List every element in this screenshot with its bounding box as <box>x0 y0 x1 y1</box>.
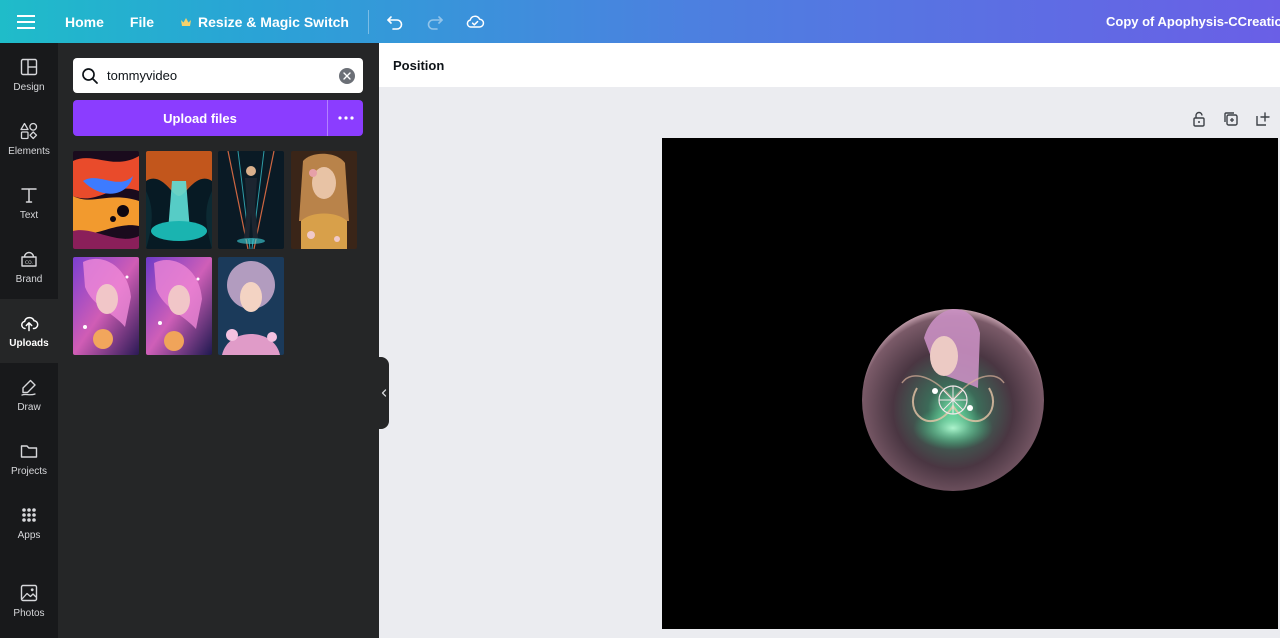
clear-search-button[interactable] <box>339 67 355 84</box>
rail-label-draw: Draw <box>17 402 41 413</box>
cloud-check-icon <box>466 15 485 28</box>
rail-item-text[interactable]: Text <box>0 171 58 235</box>
cosmic-woman-image <box>146 257 212 355</box>
upload-thumbnail[interactable] <box>218 151 284 249</box>
rail-item-photos[interactable]: Photos <box>0 569 58 633</box>
rail-label-text: Text <box>19 210 39 221</box>
upload-more-options-button[interactable] <box>327 100 363 136</box>
top-bar: Home File Resize & Magic Switch Copy of … <box>0 0 1280 43</box>
upload-thumbnail[interactable] <box>291 151 357 249</box>
brand-icon: CO. <box>21 251 37 267</box>
context-toolbar: Position <box>379 43 1280 87</box>
neon-figure-image <box>218 151 284 249</box>
toolbar-divider <box>367 9 369 34</box>
rail-label-elements: Elements <box>8 146 50 157</box>
rail-item-design[interactable]: Design <box>0 43 58 107</box>
cosmic-woman-image <box>73 257 139 355</box>
upload-files-button-group: Upload files <box>73 100 363 136</box>
rail-item-projects[interactable]: Projects <box>0 427 58 491</box>
rail-item-brand[interactable]: CO. Brand <box>0 235 58 299</box>
resize-magic-switch-button[interactable]: Resize & Magic Switch <box>167 0 362 43</box>
rail-item-elements[interactable]: Elements <box>0 107 58 171</box>
upload-thumbnail[interactable] <box>218 257 284 355</box>
rail-item-uploads[interactable]: Uploads <box>0 299 58 363</box>
cave-waterfall-image <box>146 151 212 249</box>
abstract-fluid-image <box>73 151 139 249</box>
page-tools <box>1190 110 1272 128</box>
layout-icon <box>20 58 38 76</box>
grid-icon <box>22 508 36 522</box>
redo-icon <box>427 15 443 30</box>
upload-cloud-icon <box>21 316 39 332</box>
text-icon <box>21 188 37 203</box>
design-canvas[interactable] <box>662 138 1278 629</box>
hamburger-icon <box>17 14 35 29</box>
woman-portrait-image <box>291 151 357 249</box>
rail-label-uploads: Uploads <box>9 338 49 349</box>
pen-icon <box>21 379 36 396</box>
rail-label-design: Design <box>13 82 45 93</box>
chevron-left-icon <box>381 389 387 397</box>
duplicate-page-icon[interactable] <box>1222 110 1240 128</box>
rail-label-brand: Brand <box>15 274 43 285</box>
add-page-icon[interactable] <box>1254 110 1272 128</box>
folder-icon <box>20 445 38 458</box>
more-horizontal-icon <box>337 116 354 120</box>
file-menu-button[interactable]: File <box>117 0 167 43</box>
shapes-icon <box>20 122 38 140</box>
undo-button[interactable] <box>375 0 415 43</box>
image-icon <box>20 584 38 602</box>
rail-item-draw[interactable]: Draw <box>0 363 58 427</box>
undo-icon <box>387 15 403 30</box>
upload-files-button[interactable]: Upload files <box>73 100 327 136</box>
search-box[interactable]: tommyvideo <box>73 58 363 93</box>
upload-thumbnail[interactable] <box>73 257 139 355</box>
left-rail: Design Elements Text CO. Brand Uploads D… <box>0 43 58 638</box>
close-icon <box>343 71 351 80</box>
svg-text:CO.: CO. <box>25 260 33 266</box>
document-title[interactable]: Copy of Apophysis-CCreations <box>1106 0 1280 43</box>
rail-item-apps[interactable]: Apps <box>0 491 58 555</box>
fantasy-woman-image <box>218 257 284 355</box>
redo-button[interactable] <box>415 0 455 43</box>
rail-label-apps: Apps <box>17 530 41 541</box>
crown-icon <box>181 17 192 26</box>
menu-button[interactable] <box>0 0 52 43</box>
resize-label: Resize & Magic Switch <box>198 13 349 30</box>
lock-icon[interactable] <box>1190 110 1208 128</box>
upload-thumbnail[interactable] <box>73 151 139 249</box>
search-icon <box>82 67 98 84</box>
orb-artwork-image[interactable] <box>662 138 1278 629</box>
cloud-save-status-button[interactable] <box>455 0 495 43</box>
upload-thumbnail[interactable] <box>146 257 212 355</box>
position-button[interactable]: Position <box>393 58 444 73</box>
home-button[interactable]: Home <box>52 0 117 43</box>
search-input[interactable]: tommyvideo <box>107 68 339 83</box>
upload-thumbnail[interactable] <box>146 151 212 249</box>
rail-label-projects: Projects <box>10 466 48 477</box>
collapse-panel-button[interactable] <box>379 357 389 429</box>
rail-label-photos: Photos <box>13 608 45 619</box>
uploads-panel: tommyvideo Upload files <box>58 43 379 638</box>
